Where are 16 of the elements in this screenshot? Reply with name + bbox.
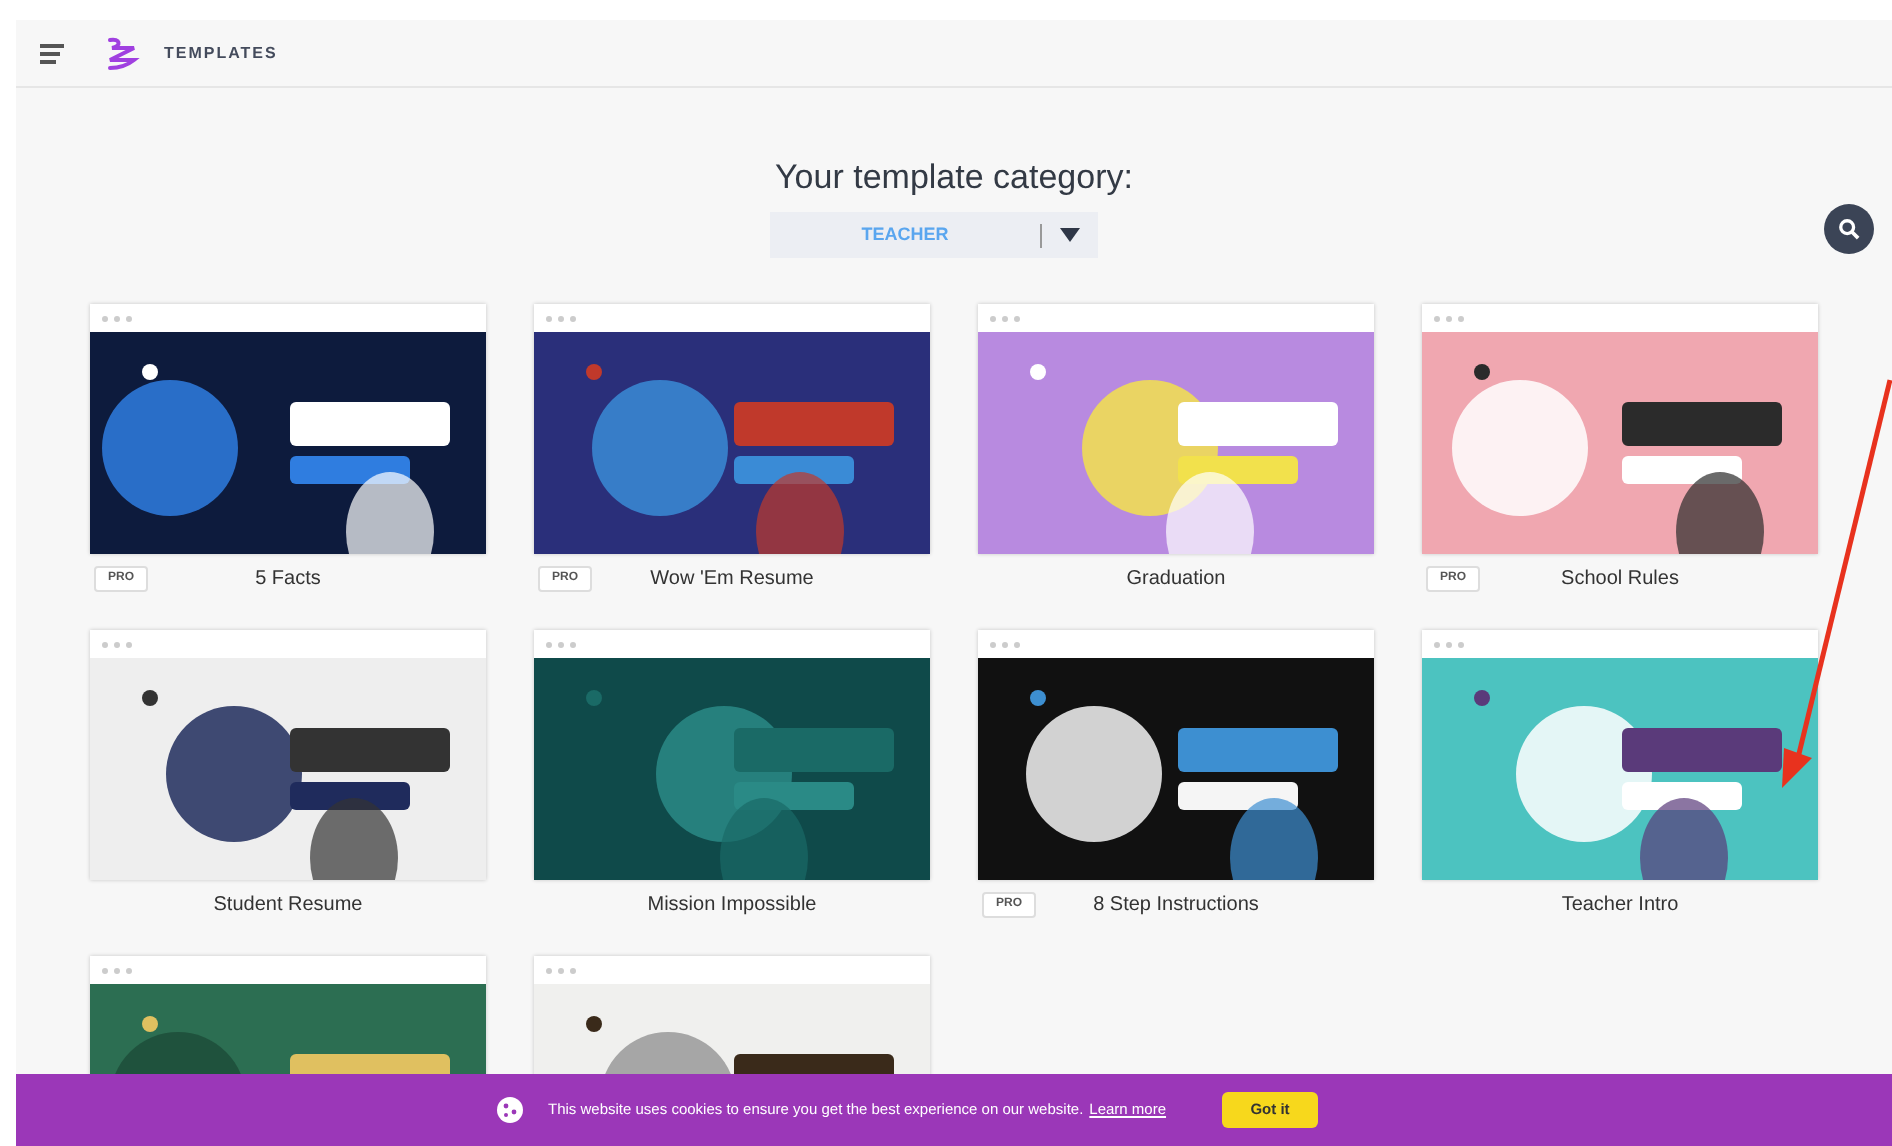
template-title: Teacher Intro xyxy=(1561,891,1679,919)
caret-icon xyxy=(1060,228,1080,242)
template-title: School Rules xyxy=(1561,565,1679,593)
search-button[interactable] xyxy=(1824,204,1874,254)
search-icon xyxy=(1838,218,1860,240)
template-title: 8 Step Instructions xyxy=(1093,891,1259,919)
header-title: TEMPLATES xyxy=(164,41,278,65)
cookie-icon xyxy=(496,1096,524,1124)
menu-button[interactable] xyxy=(40,43,64,63)
template-title: Graduation xyxy=(1126,565,1226,593)
template-title: Student Resume xyxy=(213,891,363,919)
template-title: Mission Impossible xyxy=(647,891,817,919)
template-title: Wow 'Em Resume xyxy=(650,565,814,593)
category-heading: Your template category: xyxy=(775,156,1133,200)
template-title: 5 Facts xyxy=(255,565,321,593)
logo-icon xyxy=(104,35,140,71)
